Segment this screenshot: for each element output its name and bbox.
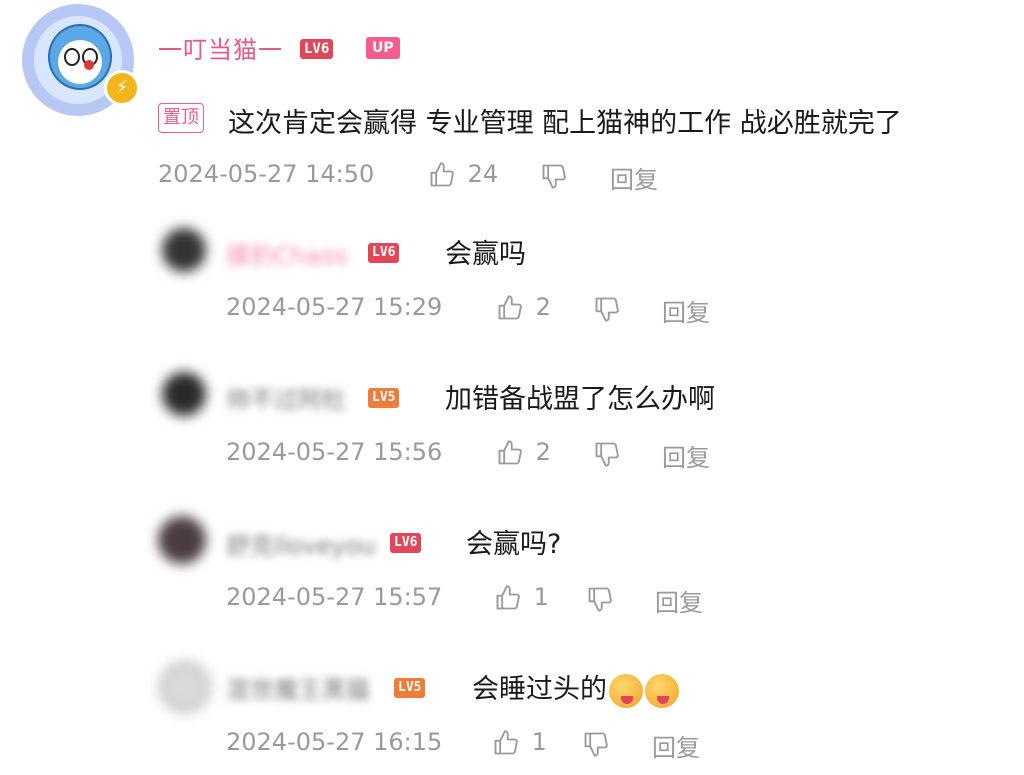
- reply-dislike-button[interactable]: [582, 730, 610, 762]
- reply-like-button[interactable]: 1: [492, 728, 547, 757]
- reply-timestamp: 2024-05-27 16:15: [226, 728, 443, 756]
- reply-text: 会赢吗: [445, 239, 526, 270]
- level-badge: LV6: [390, 533, 422, 553]
- thumbs-down-icon: [584, 732, 608, 757]
- reply-like-button[interactable]: 2: [496, 293, 551, 322]
- reply-reply-button[interactable]: 回复: [662, 438, 710, 473]
- reply-avatar[interactable]: [162, 372, 206, 416]
- reply-like-count: 1: [533, 583, 549, 611]
- reply-reply-button[interactable]: 回复: [662, 293, 710, 328]
- pinned-badge: 置顶: [158, 103, 204, 133]
- main-like-count: 24: [467, 160, 499, 188]
- reply-like-count: 2: [535, 438, 551, 466]
- reply-like-count: 1: [531, 728, 547, 756]
- reply-avatar[interactable]: [162, 228, 206, 272]
- level-badge: LV5: [368, 388, 400, 408]
- reply-like-button[interactable]: 2: [496, 438, 551, 467]
- reply-username[interactable]: 舒克Iloveyou: [226, 526, 376, 561]
- main-avatar[interactable]: ⚡: [22, 4, 140, 116]
- reply-like-button[interactable]: 1: [494, 583, 549, 612]
- thumbs-up-icon: [494, 730, 518, 755]
- reply-dislike-button[interactable]: [586, 585, 614, 617]
- bolt-icon: ⚡: [104, 70, 140, 106]
- main-reply-button[interactable]: 回复: [610, 160, 658, 195]
- thumbs-down-icon: [595, 297, 619, 322]
- thumbs-down-icon: [588, 587, 612, 612]
- emoji-icon: [645, 673, 679, 708]
- level-badge: LV5: [394, 678, 426, 698]
- reply-avatar[interactable]: [158, 516, 206, 564]
- reply-avatar[interactable]: [160, 662, 210, 712]
- reply-username[interactable]: 摸豹Chaos: [226, 236, 348, 271]
- reply-like-count: 2: [535, 293, 551, 321]
- thumbs-down-icon: [542, 164, 566, 189]
- thumbs-up-icon: [496, 585, 520, 610]
- level-badge: LV6: [300, 39, 334, 59]
- main-timestamp: 2024-05-27 14:50: [158, 160, 375, 188]
- up-badge: UP: [366, 37, 400, 59]
- reply-dislike-button[interactable]: [593, 440, 621, 472]
- reply-timestamp: 2024-05-27 15:56: [226, 438, 443, 466]
- reply-dislike-button[interactable]: [593, 295, 621, 327]
- reply-text: 会睡过头的: [472, 674, 607, 705]
- level-badge: LV6: [368, 243, 400, 263]
- reply-username[interactable]: 混世魔王黑猫: [226, 670, 370, 705]
- main-comment-text: 这次肯定会赢得 专业管理 配上猫神的工作 战必胜就完了: [228, 108, 902, 139]
- thumbs-up-icon: [430, 162, 454, 187]
- reply-text: 会赢吗?: [466, 529, 562, 560]
- main-username[interactable]: 一叮当猫一: [158, 30, 283, 65]
- reply-username[interactable]: 帅不过阿杜: [226, 380, 346, 415]
- emoji-icon: [609, 673, 643, 708]
- thumbs-up-icon: [498, 440, 522, 465]
- main-dislike-button[interactable]: [540, 162, 568, 194]
- thumbs-up-icon: [498, 295, 522, 320]
- reply-timestamp: 2024-05-27 15:57: [226, 583, 443, 611]
- reply-reply-button[interactable]: 回复: [652, 728, 700, 763]
- reply-reply-button[interactable]: 回复: [655, 583, 703, 618]
- main-like-button[interactable]: 24: [428, 160, 498, 189]
- thumbs-down-icon: [595, 442, 619, 467]
- reply-timestamp: 2024-05-27 15:29: [226, 293, 443, 321]
- reply-text: 加错备战盟了怎么办啊: [445, 384, 715, 415]
